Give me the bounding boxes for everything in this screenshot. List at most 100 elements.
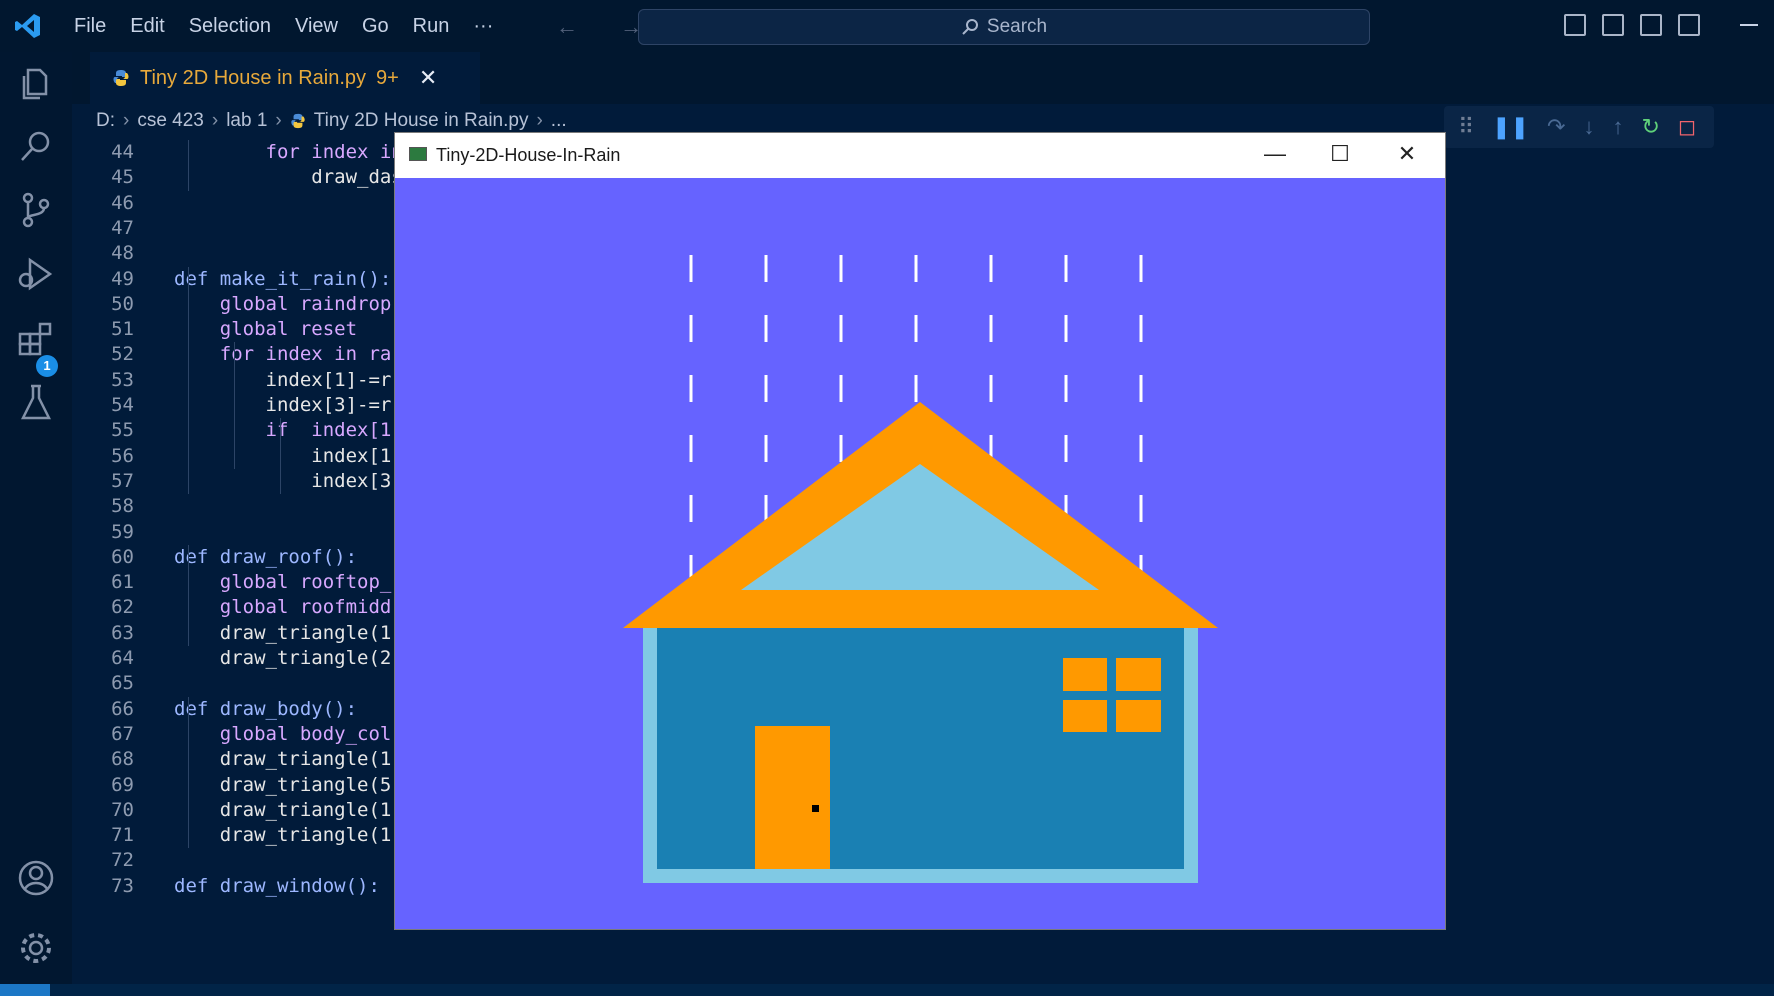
code-text: global roofmidd	[174, 596, 392, 619]
step-out-icon[interactable]: ↑	[1612, 116, 1623, 138]
window-pane-tr	[1116, 658, 1161, 691]
breadcrumb: D: › cse 423 › lab 1 › Tiny 2D House in …	[96, 110, 567, 132]
code-text: draw_triangle(1	[174, 748, 392, 771]
app-window[interactable]: Tiny-2D-House-In-Rain — ☐ ✕	[395, 133, 1445, 929]
vscode-logo-icon	[15, 14, 40, 38]
line-number: 65	[111, 672, 134, 695]
tab-title: Tiny 2D House in Rain.py	[140, 66, 367, 89]
search-icon[interactable]	[16, 126, 56, 166]
line-number: 48	[111, 242, 134, 265]
code-text: def draw_window():	[174, 874, 380, 897]
line-number: 68	[111, 748, 134, 771]
breadcrumb-folder-lab[interactable]: lab 1	[226, 110, 267, 132]
app-window-titlebar[interactable]: Tiny-2D-House-In-Rain — ☐ ✕	[395, 133, 1445, 178]
line-number: 59	[111, 520, 134, 543]
title-bar: File Edit Selection View Go Run ··· ← → Search	[0, 0, 1774, 52]
source-control-icon[interactable]	[16, 190, 56, 230]
step-over-icon[interactable]: ↷	[1547, 116, 1565, 138]
app-window-title: Tiny-2D-House-In-Rain	[436, 145, 621, 165]
code-text: global body_col	[174, 722, 392, 745]
code-text: index[3	[174, 469, 392, 492]
activity-bar: 1	[0, 52, 72, 996]
menu-item-1[interactable]: Edit	[118, 14, 176, 38]
line-number: 49	[111, 267, 134, 290]
app-minimize-button[interactable]: —	[1245, 139, 1305, 169]
code-text: draw_triangle(1	[174, 824, 392, 847]
run-and-debug-icon[interactable]	[16, 254, 56, 294]
line-number: 44	[111, 141, 134, 163]
editor-tabs: Tiny 2D House in Rain.py 9+ ✕	[72, 52, 1774, 104]
remote-indicator[interactable]	[0, 984, 50, 996]
door	[755, 726, 830, 869]
code-text: for index in ra	[174, 343, 392, 366]
menu-item-4[interactable]: Go	[350, 14, 401, 38]
line-number: 63	[111, 621, 134, 644]
line-number: 55	[111, 419, 134, 442]
menu-item-6[interactable]: ···	[461, 14, 505, 38]
pause-icon[interactable]: ❚❚	[1492, 116, 1529, 138]
menu-item-2[interactable]: Selection	[177, 14, 283, 38]
app-close-button[interactable]: ✕	[1377, 139, 1437, 169]
window-pane-br	[1116, 700, 1161, 732]
code-text: draw_triangle(5	[174, 773, 392, 796]
extensions-icon[interactable]	[16, 318, 56, 358]
restart-icon[interactable]: ↻	[1641, 116, 1659, 138]
breadcrumb-drive[interactable]: D:	[96, 110, 115, 132]
code-text: def make_it_rain():	[174, 267, 392, 290]
line-number: 72	[111, 849, 134, 872]
indent-guide	[188, 266, 189, 495]
toggle-panel-icon[interactable]	[1602, 14, 1624, 36]
code-text: global rooftop_	[174, 571, 392, 594]
line-number: 71	[111, 824, 134, 847]
breadcrumb-folder-course[interactable]: cse 423	[137, 110, 204, 132]
menu-bar: File Edit Selection View Go Run ···	[62, 14, 505, 38]
code-text: global reset	[174, 318, 358, 341]
tab-tiny-2d-house-in-rain[interactable]: Tiny 2D House in Rain.py 9+ ✕	[90, 52, 480, 104]
line-number: 54	[111, 394, 134, 416]
code-text: index[1]-=r	[174, 368, 392, 391]
manage-gear-icon[interactable]	[16, 928, 56, 968]
line-number: 46	[111, 191, 134, 214]
toggle-secondary-sidebar-icon[interactable]	[1640, 14, 1662, 36]
indent-guide	[188, 696, 189, 849]
indent-guide	[188, 140, 189, 191]
line-number: 70	[111, 798, 134, 821]
breadcrumb-file[interactable]: Tiny 2D House in Rain.py	[314, 110, 529, 132]
code-text: draw_triangle(2	[174, 647, 392, 669]
indent-guide	[234, 342, 235, 469]
code-text: if index[1	[174, 419, 392, 442]
code-text: draw_triangle(1	[174, 798, 392, 821]
app-maximize-button[interactable]: ☐	[1310, 139, 1370, 169]
minimize-window-icon[interactable]	[1740, 24, 1758, 26]
step-into-icon[interactable]: ↓	[1583, 116, 1594, 138]
customize-layout-icon[interactable]	[1678, 14, 1700, 36]
search-icon	[962, 19, 978, 35]
code-text: def draw_body():	[174, 697, 358, 720]
accounts-icon[interactable]	[16, 858, 56, 898]
line-number: 60	[111, 545, 134, 568]
code-text: index[1	[174, 444, 392, 467]
stop-icon[interactable]: ◻	[1678, 116, 1696, 138]
command-center-search[interactable]: Search	[638, 9, 1370, 45]
drag-handle-icon[interactable]: ⠿	[1458, 116, 1474, 138]
app-icon	[409, 147, 427, 161]
menu-item-3[interactable]: View	[283, 14, 350, 38]
chevron-right-icon: ›	[211, 110, 219, 131]
line-number: 66	[111, 697, 134, 720]
line-number: 45	[111, 166, 134, 189]
code-text: draw_triangle(1	[174, 621, 392, 644]
menu-item-0[interactable]: File	[62, 14, 118, 38]
chevron-right-icon: ›	[275, 110, 282, 131]
line-number: 51	[111, 318, 134, 341]
explorer-icon[interactable]	[16, 62, 56, 102]
menu-item-5[interactable]: Run	[401, 14, 462, 38]
line-number: 64	[111, 647, 134, 669]
tab-close-icon[interactable]: ✕	[419, 65, 437, 91]
layout-controls	[1564, 14, 1700, 36]
breadcrumb-symbol[interactable]: ...	[551, 110, 567, 132]
python-file-icon	[291, 113, 305, 129]
testing-flask-icon[interactable]	[16, 382, 56, 422]
toggle-primary-sidebar-icon[interactable]	[1564, 14, 1586, 36]
line-number: 53	[111, 368, 134, 391]
line-number: 52	[111, 343, 134, 366]
